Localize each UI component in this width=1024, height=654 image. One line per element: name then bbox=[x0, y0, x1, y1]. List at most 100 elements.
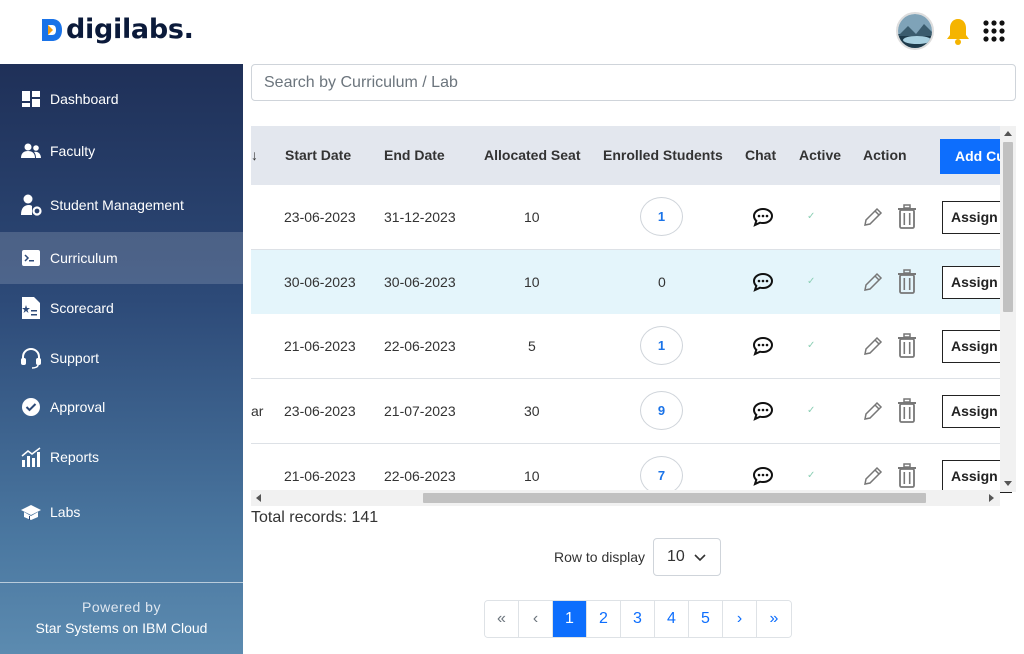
brand-name: digilabs. bbox=[66, 14, 194, 45]
enrolled-count-badge[interactable]: 9 bbox=[640, 391, 683, 430]
sidebar-item-scorecard[interactable]: Scorecard bbox=[0, 282, 243, 334]
column-active[interactable]: Active bbox=[799, 126, 841, 185]
sidebar: Dashboard Faculty Student Management Cur… bbox=[0, 64, 243, 654]
sidebar-item-label: Support bbox=[50, 350, 100, 366]
page-5-button[interactable]: 5 bbox=[689, 601, 723, 637]
apps-grid-icon[interactable] bbox=[982, 19, 1006, 43]
powered-by-label: Powered by bbox=[82, 599, 161, 615]
sidebar-item-curriculum[interactable]: Curriculum bbox=[0, 232, 243, 284]
next-page-button[interactable]: › bbox=[723, 601, 757, 637]
pagination: « ‹ 1 2 3 4 5 › » bbox=[484, 600, 792, 638]
start-date: 30-06-2023 bbox=[284, 274, 356, 290]
table-row[interactable]: 23-06-2023 31-12-2023 10 1 ✓ Assign bbox=[251, 185, 1012, 250]
column-end-date[interactable]: End Date bbox=[384, 126, 445, 185]
chat-icon[interactable] bbox=[752, 466, 774, 491]
sidebar-item-label: Curriculum bbox=[50, 250, 118, 266]
top-bar: digilabs. bbox=[0, 0, 1024, 64]
sidebar-item-student-management[interactable]: Student Management bbox=[0, 179, 243, 231]
chat-icon[interactable] bbox=[752, 272, 774, 297]
allocated-seat: 5 bbox=[528, 338, 536, 354]
enrolled-count: 0 bbox=[658, 274, 666, 290]
headset-icon bbox=[20, 347, 42, 369]
active-check-icon: ✓ bbox=[807, 405, 816, 416]
vertical-scrollbar[interactable] bbox=[1000, 126, 1016, 492]
sidebar-item-label: Faculty bbox=[50, 143, 96, 159]
check-circle-icon bbox=[20, 396, 42, 418]
sidebar-item-label: Student Management bbox=[50, 197, 184, 213]
rows-per-page-select[interactable]: 10 bbox=[653, 538, 721, 576]
sidebar-item-label: Approval bbox=[50, 399, 106, 415]
start-date: 21-06-2023 bbox=[284, 338, 356, 354]
end-date: 21-07-2023 bbox=[384, 403, 456, 419]
allocated-seat: 10 bbox=[524, 209, 540, 225]
table-row[interactable]: 30-06-2023 30-06-2023 10 0 ✓ Assign bbox=[251, 250, 1012, 315]
scorecard-icon bbox=[20, 297, 42, 319]
active-check-icon: ✓ bbox=[807, 276, 816, 287]
column-allocated-seat[interactable]: Allocated Seat bbox=[484, 126, 580, 185]
enrolled-count-badge[interactable]: 1 bbox=[640, 326, 683, 365]
chevron-down-icon bbox=[694, 554, 706, 562]
sort-arrow-icon[interactable]: ↓ bbox=[251, 126, 258, 185]
active-check-icon: ✓ bbox=[807, 340, 816, 351]
sidebar-item-faculty[interactable]: Faculty bbox=[0, 125, 243, 177]
sidebar-item-support[interactable]: Support bbox=[0, 332, 243, 384]
row-display-label: Row to display bbox=[554, 549, 646, 565]
delete-trash-icon[interactable] bbox=[896, 269, 918, 300]
curriculum-table: ↓ Start Date End Date Allocated Seat Enr… bbox=[251, 126, 1016, 506]
row-title-fragment: ar bbox=[251, 403, 264, 419]
column-enrolled-students[interactable]: Enrolled Students bbox=[603, 126, 723, 185]
column-chat: Chat bbox=[745, 147, 777, 163]
total-records: Total records: 141 bbox=[251, 509, 379, 526]
sidebar-item-approval[interactable]: Approval bbox=[0, 381, 243, 433]
sidebar-item-label: Reports bbox=[50, 449, 100, 465]
brand-logo[interactable]: digilabs. bbox=[40, 14, 194, 45]
delete-trash-icon[interactable] bbox=[896, 398, 918, 429]
edit-pencil-icon[interactable] bbox=[862, 465, 884, 492]
user-avatar[interactable] bbox=[896, 12, 934, 50]
table-row[interactable]: ar 23-06-2023 21-07-2023 30 9 ✓ Assign bbox=[251, 379, 1012, 444]
dashboard-icon bbox=[20, 88, 42, 110]
bell-icon[interactable] bbox=[944, 16, 972, 46]
chat-icon[interactable] bbox=[752, 207, 774, 232]
chat-icon[interactable] bbox=[752, 401, 774, 426]
edit-pencil-icon[interactable] bbox=[862, 400, 884, 427]
delete-trash-icon[interactable] bbox=[896, 333, 918, 364]
search-input[interactable] bbox=[251, 64, 1016, 101]
column-start-date[interactable]: Start Date bbox=[285, 126, 351, 185]
powered-by-footer: Powered by Star Systems on IBM Cloud bbox=[0, 582, 243, 654]
page-3-button[interactable]: 3 bbox=[621, 601, 655, 637]
edit-pencil-icon[interactable] bbox=[862, 206, 884, 233]
end-date: 31-12-2023 bbox=[384, 209, 456, 225]
sidebar-item-dashboard[interactable]: Dashboard bbox=[0, 73, 243, 125]
end-date: 30-06-2023 bbox=[384, 274, 456, 290]
start-date: 23-06-2023 bbox=[284, 403, 356, 419]
active-check-icon: ✓ bbox=[807, 211, 816, 222]
chat-icon[interactable] bbox=[752, 336, 774, 361]
last-page-button[interactable]: » bbox=[757, 601, 791, 637]
page-1-button[interactable]: 1 bbox=[553, 601, 587, 637]
prev-page-button[interactable]: ‹ bbox=[519, 601, 553, 637]
sidebar-item-label: Scorecard bbox=[50, 300, 114, 316]
user-gear-icon bbox=[20, 194, 42, 216]
column-action: Action bbox=[863, 147, 907, 163]
edit-pencil-icon[interactable] bbox=[862, 335, 884, 362]
labs-icon bbox=[20, 501, 42, 523]
avatar-image bbox=[898, 14, 932, 48]
sidebar-item-label: Labs bbox=[50, 504, 81, 520]
first-page-button[interactable]: « bbox=[485, 601, 519, 637]
edit-pencil-icon[interactable] bbox=[862, 271, 884, 298]
table-row[interactable]: 21-06-2023 22-06-2023 5 1 ✓ Assign bbox=[251, 314, 1012, 379]
page-4-button[interactable]: 4 bbox=[655, 601, 689, 637]
sidebar-item-reports[interactable]: Reports bbox=[0, 431, 243, 483]
table-header: ↓ Start Date End Date Allocated Seat Enr… bbox=[251, 126, 1016, 185]
allocated-seat: 10 bbox=[524, 274, 540, 290]
start-date: 23-06-2023 bbox=[284, 209, 356, 225]
page-2-button[interactable]: 2 bbox=[587, 601, 621, 637]
horizontal-scrollbar[interactable] bbox=[251, 490, 1000, 506]
delete-trash-icon[interactable] bbox=[896, 204, 918, 235]
sidebar-item-labs[interactable]: Labs bbox=[0, 486, 243, 538]
terminal-icon bbox=[20, 247, 42, 269]
sidebar-item-label: Dashboard bbox=[50, 91, 119, 107]
powered-by-company: Star Systems on IBM Cloud bbox=[35, 620, 208, 636]
enrolled-count-badge[interactable]: 1 bbox=[640, 197, 683, 236]
